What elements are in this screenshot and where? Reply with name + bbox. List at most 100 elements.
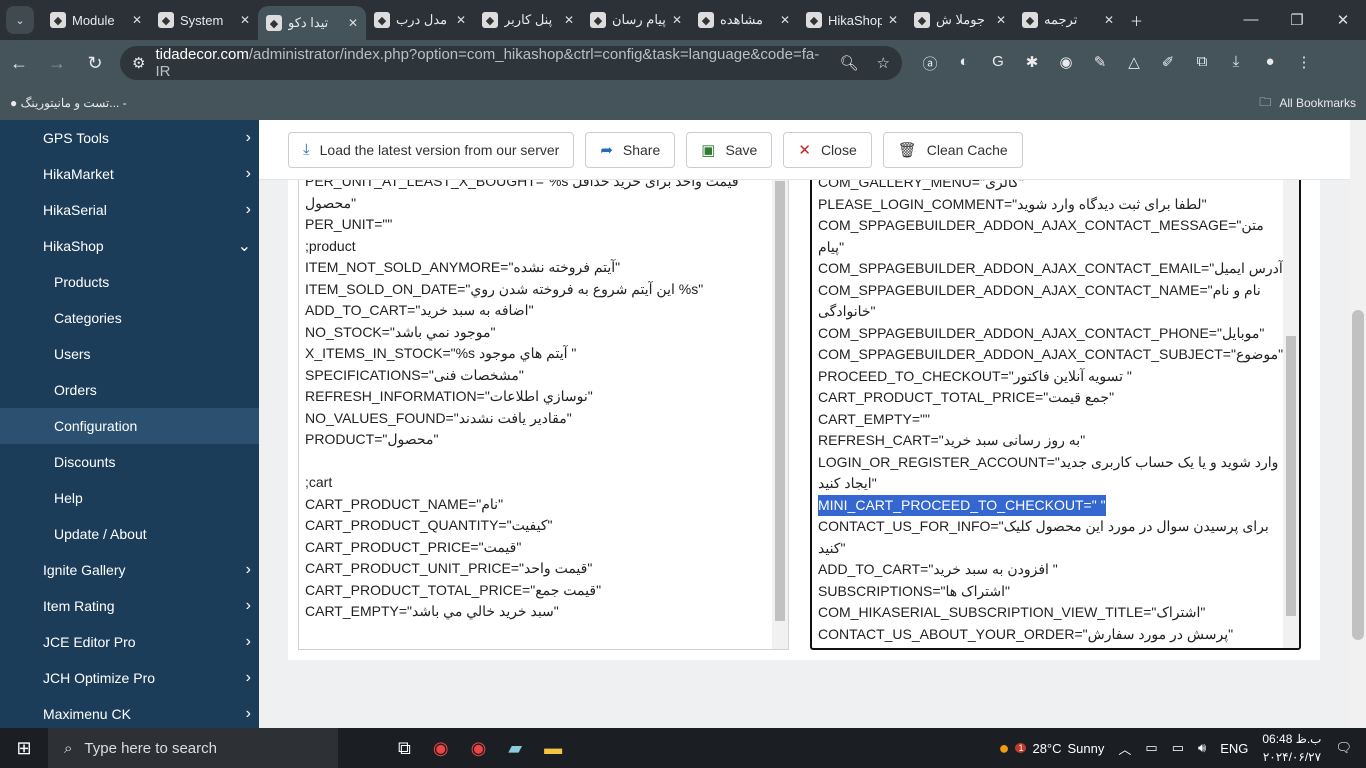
sidebar-item[interactable]: Maximenu CK › (0, 696, 259, 728)
chrome-taskbar-icon-2[interactable]: ◉ (471, 738, 487, 759)
volume-icon[interactable]: 🔊︎ (1198, 740, 1206, 756)
tab-search-button[interactable]: ⌄ (6, 6, 34, 34)
save-button[interactable]: ▣ Save (686, 131, 773, 168)
page-scrollbar[interactable] (1350, 120, 1366, 728)
original-language-textarea[interactable]: PER_UNIT_AT_LEAST_X_BOUGHT="%s قیمت واحد… (298, 120, 789, 650)
browser-tab[interactable]: ◆ پنل کاربر ✕ (474, 0, 582, 40)
sidebar-item[interactable]: Categories (0, 300, 259, 336)
window-close-button[interactable]: ✕ (1320, 11, 1366, 29)
extension-bug-icon[interactable]: ✱ (1022, 53, 1042, 74)
tab-close-icon[interactable]: ✕ (564, 13, 574, 27)
reload-button[interactable]: ↻ (76, 53, 114, 74)
task-view-icon[interactable]: ⧉ (398, 738, 411, 759)
chrome-taskbar-icon[interactable]: ◉ (433, 738, 449, 759)
sidebar-item[interactable]: GPS Tools › (0, 120, 259, 156)
taskbar-search[interactable]: ⌕ Type here to search (48, 728, 338, 768)
tab-close-icon[interactable]: ✕ (780, 13, 790, 27)
language-indicator[interactable]: ENG (1220, 741, 1248, 756)
extension-triangle-icon[interactable]: △ (1124, 53, 1144, 74)
browser-tab[interactable]: ◆ جوملا ش ✕ (906, 0, 1014, 40)
tab-close-icon[interactable]: ✕ (456, 13, 466, 27)
tray-chevron-icon[interactable]: ︿ (1118, 739, 1131, 758)
editor-line: ITEM_NOT_SOLD_ANYMORE="آیتم فروخته نشده" (305, 259, 621, 275)
sidebar-item[interactable]: Orders (0, 372, 259, 408)
google-translate-icon: ◆ (1022, 12, 1038, 28)
chevron-icon: › (245, 633, 251, 650)
meet-icon[interactable]: ▭ (1145, 740, 1157, 756)
right-textarea-scrollbar[interactable] (1283, 122, 1299, 648)
new-tab-button[interactable]: ＋ (1122, 0, 1152, 40)
editor-line: COM_SPPAGEBUILDER_ADDON_AJAX_CONTACT_MES… (818, 217, 1264, 233)
app-taskbar-icon[interactable]: ▰ (508, 738, 522, 759)
tab-close-icon[interactable]: ✕ (348, 16, 358, 30)
sidebar-item[interactable]: Configuration (0, 408, 259, 444)
forward-button[interactable]: → (38, 53, 76, 74)
chevron-icon: › (245, 201, 251, 218)
browser-tab[interactable]: ◆ System ✕ (150, 0, 258, 40)
sidebar-item[interactable]: JCE Editor Pro › (0, 624, 259, 660)
minimize-button[interactable]: — (1228, 11, 1274, 29)
sidebar-item[interactable]: Item Rating › (0, 588, 259, 624)
sidebar-item[interactable]: Users (0, 336, 259, 372)
clock[interactable]: 06:48 ب.ظ ۲۰۲۴/۰۶/۲۷ (1262, 730, 1321, 766)
profile-avatar[interactable]: ● (1260, 53, 1280, 74)
sidebar-item-label: HikaSerial (43, 202, 107, 218)
windows-start-icon[interactable]: ⊞ (0, 738, 48, 759)
sidebar-item[interactable]: JCH Optimize Pro › (0, 660, 259, 696)
bookmark-star-icon[interactable]: ☆ (877, 54, 890, 72)
site-info-icon[interactable]: ⚙ (132, 54, 145, 72)
back-button[interactable]: ← (0, 53, 38, 74)
sidebar-item[interactable]: Update / About (0, 516, 259, 552)
sidebar-item[interactable]: Discounts (0, 444, 259, 480)
clean-cache-button[interactable]: 🗑︎ Clean Cache (882, 131, 1023, 168)
tab-close-icon[interactable]: ✕ (1104, 13, 1114, 27)
editor-line: ;product (305, 237, 356, 254)
battery-icon[interactable]: ▭ (1172, 740, 1184, 756)
browser-tab[interactable]: ◆ مدل درب ✕ (366, 0, 474, 40)
load-latest-version-button[interactable]: ⤓ Load the latest version from our server (288, 131, 575, 168)
tab-close-icon[interactable]: ✕ (996, 13, 1006, 27)
browser-tab[interactable]: ◆ HikaShop ✕ (798, 0, 906, 40)
tab-close-icon[interactable]: ✕ (672, 13, 682, 27)
editor-line: CART_PRODUCT_PRICE="قیمت" (305, 538, 522, 555)
extension-globe-icon[interactable]: ◉ (1056, 53, 1076, 74)
editor-line: COM_SPPAGEBUILDER_ADDON_AJAX_CONTACT_PHO… (818, 324, 1265, 341)
browser-tab[interactable]: ◆ Module ✕ (42, 0, 150, 40)
extension-brush-icon[interactable]: ✐ (1158, 53, 1178, 74)
sidebar-item[interactable]: Ignite Gallery › (0, 552, 259, 588)
share-button[interactable]: ➦ Share (585, 131, 676, 168)
custom-language-textarea[interactable]: COM_GALLERY_MENU="گالری" PLEASE_LOGIN_COM… (810, 120, 1301, 650)
left-textarea-scrollbar[interactable] (772, 121, 788, 649)
restore-button[interactable]: ❐ (1274, 11, 1320, 29)
chrome-menu-icon[interactable]: ⋮ (1294, 53, 1314, 74)
browser-tab[interactable]: ◆ ترجمه ✕ (1014, 0, 1122, 40)
browser-tab[interactable]: ◆ پیام رسان ✕ (582, 0, 690, 40)
close-button[interactable]: ✕ Close (783, 131, 872, 168)
browser-tab[interactable]: ◆ مشاهده ✕ (690, 0, 798, 40)
tab-close-icon[interactable]: ✕ (888, 13, 898, 27)
sidebar-item[interactable]: HikaMarket › (0, 156, 259, 192)
notifications-icon[interactable]: 🗨︎ (1335, 740, 1352, 756)
sidebar-item-label: Item Rating (43, 598, 115, 614)
browser-tab[interactable]: ◆ تیدا دکو ✕ (258, 6, 366, 40)
extension-a-icon[interactable]: ⓐ (920, 53, 940, 74)
tab-close-icon[interactable]: ✕ (240, 13, 250, 27)
sidebar-item[interactable]: Products (0, 264, 259, 300)
google-translate-extension-icon[interactable]: G (988, 53, 1008, 74)
sidebar-item[interactable]: HikaSerial › (0, 192, 259, 228)
sidebar-item[interactable]: Help (0, 480, 259, 516)
sidebar-item[interactable]: HikaShop ⌄ (0, 228, 259, 264)
extensions-puzzle-icon[interactable]: ⧉ (1192, 53, 1212, 74)
all-bookmarks-button[interactable]: 🗀 All Bookmarks (1259, 93, 1356, 114)
extension-shape-icon[interactable]: ◐ (954, 53, 974, 74)
weather-widget[interactable]: ● 1 28°C Sunny (999, 738, 1105, 759)
file-explorer-icon[interactable]: ▬ (544, 738, 562, 759)
address-bar[interactable]: ⚙ tidadecor.com/administrator/index.php?… (120, 46, 902, 80)
bookmark-item[interactable]: ● تست و مانیتورینگ... - (10, 96, 127, 110)
extension-pen-icon[interactable]: ✎ (1090, 53, 1110, 74)
editor-line: خانوادگی" (818, 303, 876, 319)
editor-line: PROCEED_TO_CHECKOUT="تسویه آنلاین فاکتور… (818, 367, 1132, 384)
tab-close-icon[interactable]: ✕ (132, 13, 142, 27)
download-icon[interactable]: ⤓ (1226, 53, 1246, 74)
zoom-icon[interactable]: 🔍︎ (840, 54, 859, 72)
